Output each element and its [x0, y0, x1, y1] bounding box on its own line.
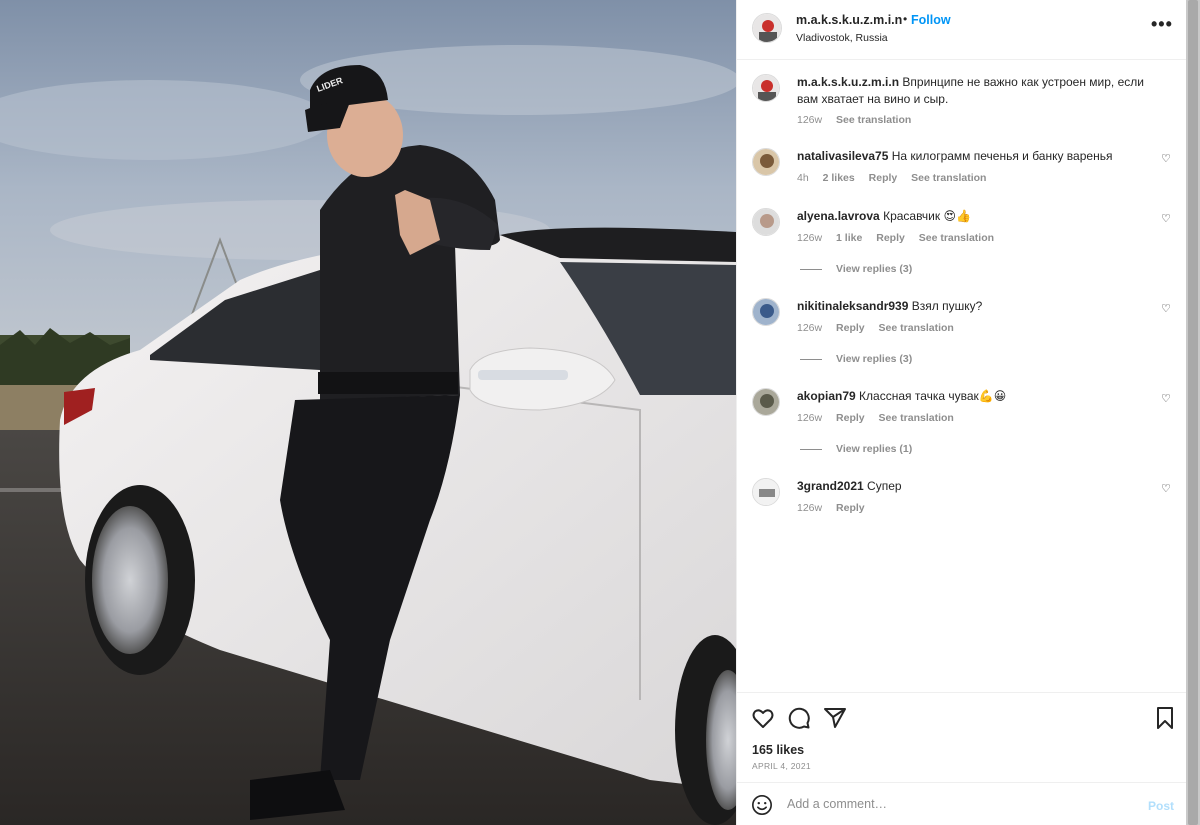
author-avatar[interactable] [752, 13, 782, 43]
avatar[interactable] [752, 148, 780, 176]
comment-icon[interactable] [787, 706, 811, 730]
like-comment-heart-icon[interactable]: ♡ [1161, 482, 1171, 495]
scrollbar-thumb[interactable] [1188, 0, 1198, 825]
post-comment-button[interactable]: Post [1148, 799, 1174, 813]
smiley-icon[interactable] [751, 794, 773, 816]
comment-text: akopian79 Классная тачка чувак💪😀 [797, 388, 1157, 405]
reply-button[interactable]: Reply [836, 322, 865, 334]
reply-button[interactable]: Reply [869, 172, 898, 184]
avatar[interactable] [752, 208, 780, 236]
comment-meta: 126w Reply See translation [797, 412, 965, 424]
comment-meta: 4h 2 likes Reply See translation [797, 172, 997, 184]
comment-meta: 126w Reply [797, 502, 876, 514]
like-comment-heart-icon[interactable]: ♡ [1161, 392, 1171, 405]
see-translation-button[interactable]: See translation [879, 322, 954, 334]
author-username[interactable]: m.a.k.s.k.u.z.m.i.n [796, 13, 902, 27]
comment-username[interactable]: nikitinaleksandr939 [797, 299, 908, 313]
replies-divider [800, 358, 822, 360]
comment-time[interactable]: 126w [797, 502, 822, 514]
avatar[interactable] [752, 388, 780, 416]
post-header: m.a.k.s.k.u.z.m.i.n • Follow Vladivostok… [737, 0, 1187, 60]
post-image: LIDER [0, 0, 736, 825]
comment-text: nikitinaleksandr939 Взял пушку? [797, 298, 1157, 315]
heart-icon[interactable] [751, 706, 775, 730]
avatar[interactable] [752, 298, 780, 326]
comment-body: Красавчик 😍👍 [883, 209, 971, 223]
like-comment-heart-icon[interactable]: ♡ [1161, 302, 1171, 315]
comment-text: 3grand2021 Супер [797, 478, 1157, 495]
reply-button[interactable]: Reply [836, 502, 865, 514]
more-options-icon[interactable]: ••• [1151, 14, 1173, 35]
see-translation-button[interactable]: See translation [879, 412, 954, 424]
comment-username[interactable]: alyena.lavrova [797, 209, 880, 223]
comment-text: alyena.lavrova Красавчик 😍👍 [797, 208, 1157, 225]
reply-button[interactable]: Reply [876, 232, 905, 244]
follow-button[interactable]: Follow [911, 13, 951, 27]
post-location[interactable]: Vladivostok, Russia [796, 32, 888, 44]
bookmark-icon[interactable] [1153, 706, 1177, 730]
comment-time[interactable]: 126w [797, 114, 822, 126]
comment-username[interactable]: natalivasileva75 [797, 149, 888, 163]
comment-body: На килограмм печенья и банку варенья [891, 149, 1113, 163]
replies-divider [800, 448, 822, 450]
see-translation-button[interactable]: See translation [836, 114, 911, 126]
comment-likes[interactable]: 1 like [836, 232, 862, 244]
comment-text: m.a.k.s.k.u.z.m.i.n Впринципе не важно к… [797, 74, 1157, 108]
view-replies-button[interactable]: View replies (3) [800, 353, 912, 365]
see-translation-button[interactable]: See translation [911, 172, 986, 184]
avatar[interactable] [752, 74, 780, 102]
reply-button[interactable]: Reply [836, 412, 865, 424]
add-comment-input[interactable] [787, 793, 1127, 815]
comment-text: natalivasileva75 На килограмм печенья и … [797, 148, 1157, 165]
paper-plane-icon[interactable] [823, 706, 847, 730]
comment-body: Классная тачка чувак💪😀 [859, 389, 1007, 403]
add-comment-bar: Post [737, 782, 1187, 825]
separator-dot: • [903, 12, 908, 26]
like-comment-heart-icon[interactable]: ♡ [1161, 152, 1171, 165]
likes-count[interactable]: 165 likes [752, 743, 804, 757]
comment-time[interactable]: 126w [797, 232, 822, 244]
post-date[interactable]: APRIL 4, 2021 [752, 761, 811, 771]
comment-likes[interactable]: 2 likes [823, 172, 855, 184]
view-replies-button[interactable]: View replies (1) [800, 443, 912, 455]
post-photo[interactable]: LIDER [0, 0, 736, 825]
comment-time[interactable]: 126w [797, 412, 822, 424]
comment-meta: 126w 1 like Reply See translation [797, 232, 1005, 244]
view-replies-button[interactable]: View replies (3) [800, 263, 912, 275]
comment-time[interactable]: 126w [797, 322, 822, 334]
comments-list[interactable]: m.a.k.s.k.u.z.m.i.n Впринципе не важно к… [737, 60, 1187, 692]
view-replies-label: View replies (3) [836, 353, 913, 365]
like-comment-heart-icon[interactable]: ♡ [1161, 212, 1171, 225]
comment-username[interactable]: 3grand2021 [797, 479, 864, 493]
avatar[interactable] [752, 478, 780, 506]
view-replies-label: View replies (3) [836, 263, 913, 275]
comment-username[interactable]: m.a.k.s.k.u.z.m.i.n [797, 75, 899, 89]
comment-body: Супер [867, 479, 902, 493]
see-translation-button[interactable]: See translation [919, 232, 994, 244]
comment-body: Взял пушку? [911, 299, 983, 313]
view-replies-label: View replies (1) [836, 443, 913, 455]
comment-username[interactable]: akopian79 [797, 389, 856, 403]
comment-meta: 126w See translation [797, 114, 922, 126]
comment-time[interactable]: 4h [797, 172, 809, 184]
post-actions: 165 likes APRIL 4, 2021 [737, 692, 1187, 782]
comment-meta: 126w Reply See translation [797, 322, 965, 334]
replies-divider [800, 268, 822, 270]
post-side-panel: m.a.k.s.k.u.z.m.i.n • Follow Vladivostok… [736, 0, 1187, 825]
